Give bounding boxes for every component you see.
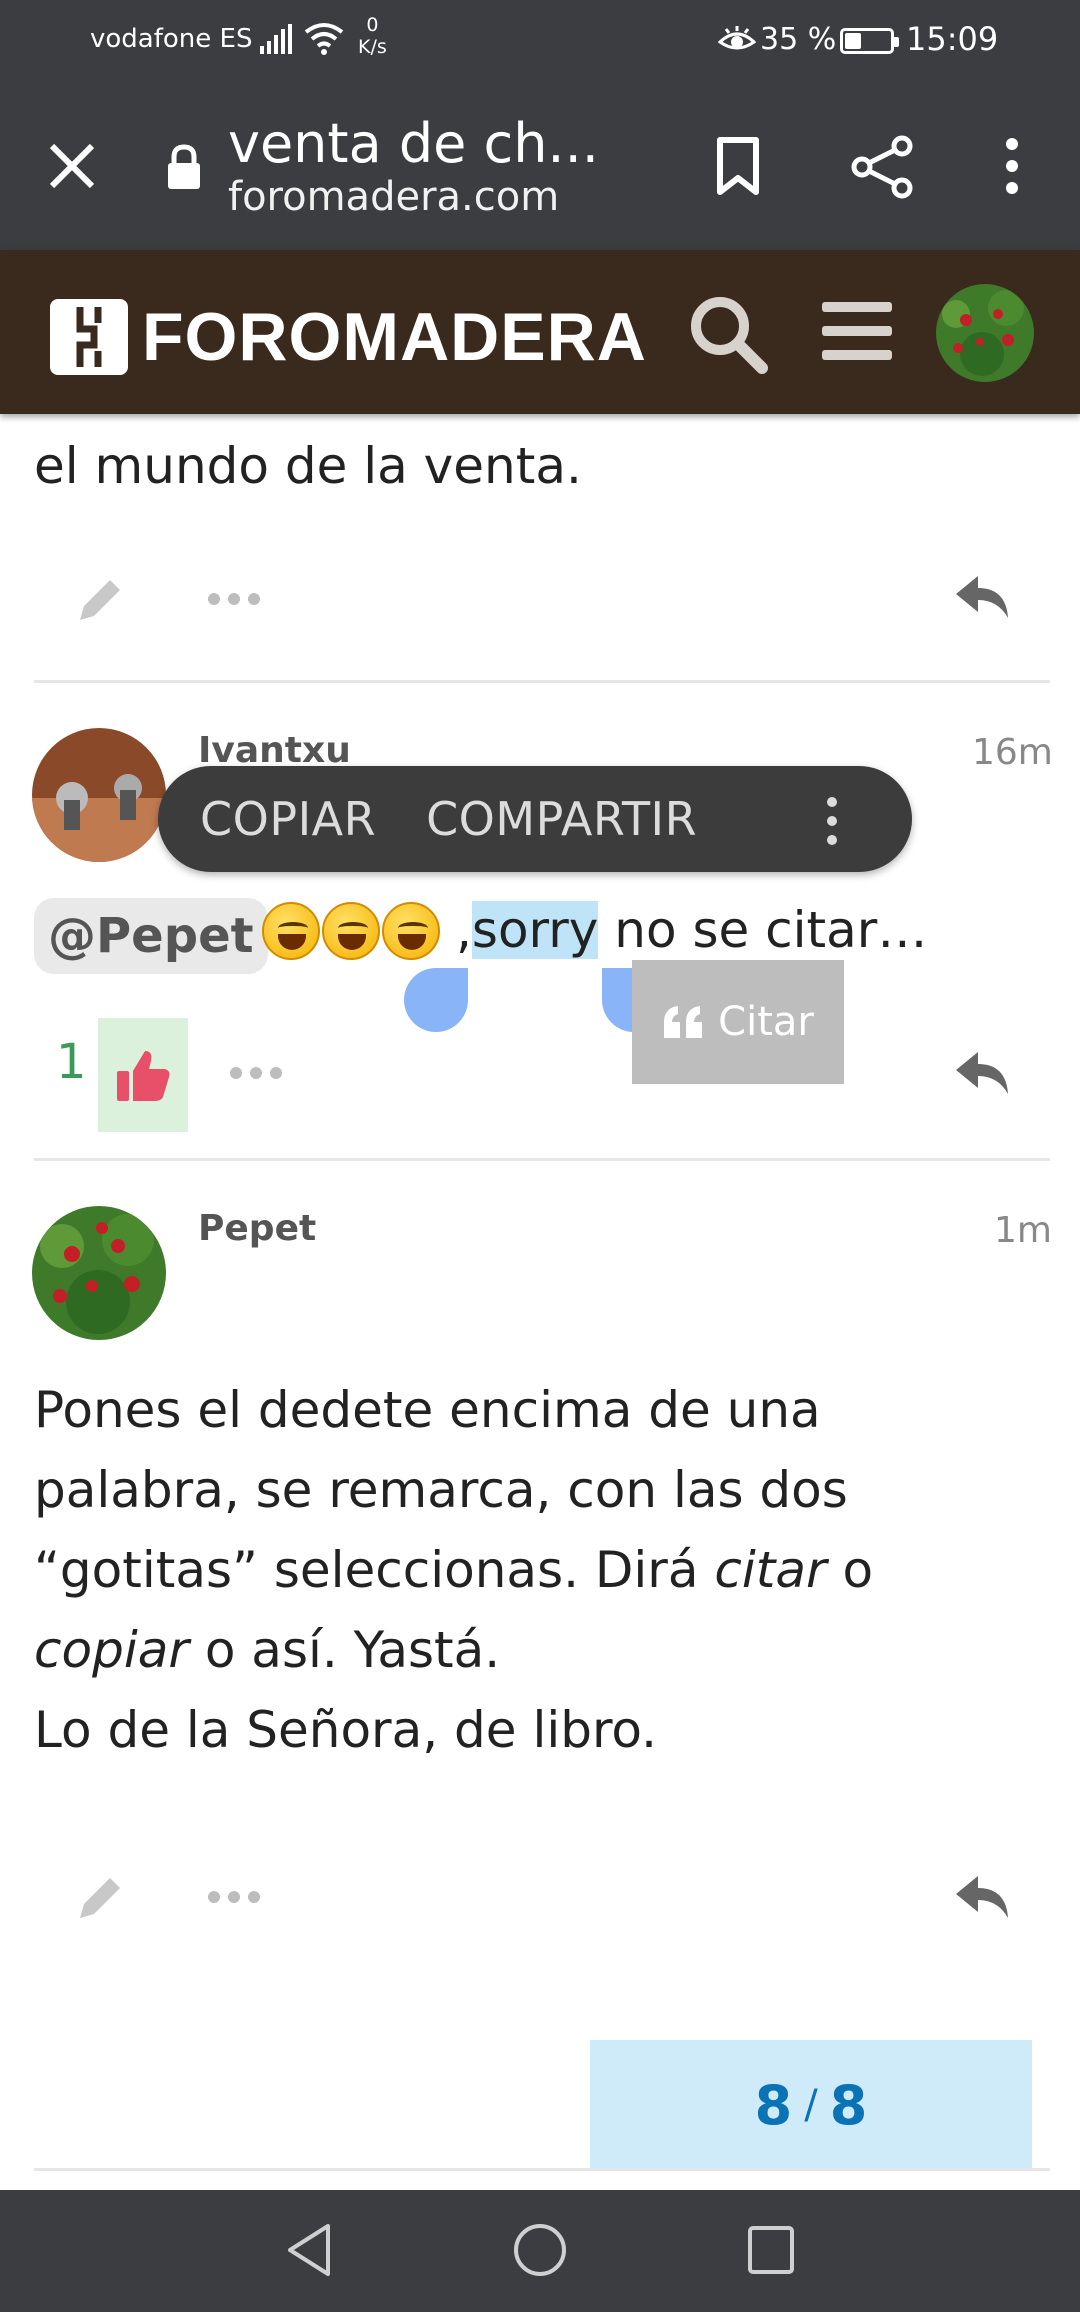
author-name[interactable]: Ivantxu <box>198 730 351 771</box>
network-speed-value: 0 <box>366 14 379 36</box>
share-button[interactable]: COMPARTIR <box>426 792 697 846</box>
hamburger-icon[interactable] <box>820 298 894 364</box>
home-icon[interactable] <box>512 2220 568 2280</box>
browser-toolbar: venta de ch... foromadera.com <box>0 82 1080 250</box>
author-name[interactable]: Pepet <box>198 1208 316 1249</box>
rofl-emoji-icon <box>262 902 320 960</box>
post-text-span: “gotitas” seleccionas. Dirá <box>34 1541 715 1599</box>
text-selection-menu: COPIAR COMPARTIR <box>158 766 912 872</box>
status-bar: vodafone ES 0 K/s 35 % 15:09 <box>0 0 1080 82</box>
rofl-emoji-icon <box>382 902 440 960</box>
reply-icon[interactable] <box>954 572 1012 622</box>
network-speed: 0 K/s <box>358 14 387 58</box>
site-header: FOROMADERA <box>0 250 1080 414</box>
topic-content: el mundo de la venta. Ivantxu 16m COPIAR… <box>0 414 1080 2190</box>
post-text-emphasis: copiar <box>34 1621 189 1679</box>
avatar-ivantxu[interactable] <box>32 728 166 862</box>
more-vert-icon[interactable] <box>994 136 1030 196</box>
post-text-span: o <box>826 1541 874 1599</box>
reply-icon[interactable] <box>954 1872 1012 1922</box>
back-icon[interactable] <box>284 2220 334 2280</box>
signal-icon <box>260 24 292 54</box>
post-divider <box>34 680 1050 683</box>
post-time[interactable]: 16m <box>972 732 1053 773</box>
quote-button[interactable]: Citar <box>632 960 844 1084</box>
eye-comfort-icon <box>718 26 756 50</box>
topic-progress[interactable]: 8 / 8 <box>590 2040 1032 2170</box>
quote-button-label: Citar <box>718 999 814 1045</box>
post-line: copiar o así. Yastá. <box>34 1610 1044 1690</box>
pencil-icon[interactable] <box>72 1870 128 1926</box>
carrier-label: vodafone ES <box>90 24 253 54</box>
progress-total: 8 <box>829 2073 868 2137</box>
battery-icon <box>840 28 899 54</box>
user-avatar[interactable] <box>936 284 1034 382</box>
post-time[interactable]: 1m <box>994 1210 1052 1251</box>
ellipsis-icon[interactable] <box>206 588 262 610</box>
close-icon[interactable] <box>44 138 100 194</box>
recents-icon[interactable] <box>746 2220 796 2280</box>
wifi-icon <box>304 23 344 55</box>
ellipsis-icon[interactable] <box>228 1062 284 1084</box>
post-body-suffix: no se citar… <box>598 901 928 959</box>
post-text-span: o así. Yastá. <box>188 1621 501 1679</box>
navigation-bar <box>0 2190 1080 2312</box>
more-vert-icon[interactable] <box>822 796 842 846</box>
share-icon[interactable] <box>850 134 916 200</box>
clock: 15:09 <box>906 20 999 58</box>
page-domain[interactable]: foromadera.com <box>228 174 559 220</box>
network-speed-unit: K/s <box>358 36 387 58</box>
progress-current: 8 <box>754 2073 793 2137</box>
copy-button[interactable]: COPIAR <box>200 792 376 846</box>
post-body: ,sorry no se citar… <box>456 890 927 970</box>
topic-end-line <box>34 2168 1050 2171</box>
pencil-icon[interactable] <box>72 572 128 628</box>
quote-icon <box>664 1006 703 1038</box>
like-count[interactable]: 1 <box>56 1034 87 1090</box>
post-divider <box>34 1158 1050 1161</box>
emoji-group <box>262 902 440 960</box>
progress-separator: / <box>804 2082 818 2128</box>
post-body: el mundo de la venta. <box>34 437 582 495</box>
avatar-pepet[interactable] <box>32 1206 166 1340</box>
selected-text[interactable]: sorry <box>471 901 599 959</box>
post-line: palabra, se remarca, con las dos <box>34 1461 848 1519</box>
logo-text: FOROMADERA <box>142 299 647 375</box>
post-line: Lo de la Señora, de libro. <box>34 1701 658 1759</box>
bookmark-icon[interactable] <box>710 136 766 196</box>
search-icon[interactable] <box>686 292 770 376</box>
post-line: “gotitas” seleccionas. Dirá citar o <box>34 1530 1044 1610</box>
like-button[interactable] <box>98 1018 188 1132</box>
ellipsis-icon[interactable] <box>206 1886 262 1908</box>
selection-handle-start[interactable] <box>404 968 468 1032</box>
post-text-emphasis: citar <box>714 1541 827 1599</box>
post-body: Pones el dedete encima de una palabra, s… <box>34 1370 1044 1770</box>
battery-percent: 35 % <box>760 22 837 57</box>
rofl-emoji-icon <box>322 902 380 960</box>
thumbs-up-icon <box>117 1051 170 1101</box>
reply-icon[interactable] <box>954 1048 1012 1098</box>
post-line: Pones el dedete encima de una <box>34 1381 821 1439</box>
logo-mark <box>50 299 128 375</box>
page-title[interactable]: venta de ch... <box>228 112 599 175</box>
post-body-prefix: , <box>456 901 472 959</box>
mention-link[interactable]: @Pepet <box>34 898 268 974</box>
site-logo[interactable]: FOROMADERA <box>50 298 647 376</box>
lock-icon <box>168 144 200 189</box>
